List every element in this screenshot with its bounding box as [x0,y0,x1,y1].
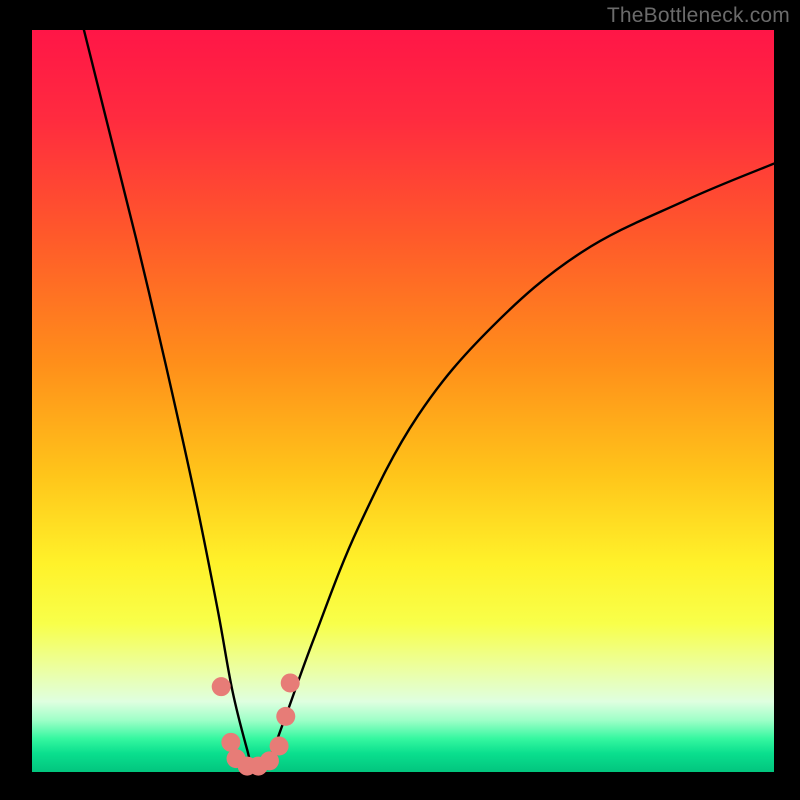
plot-area [32,30,774,772]
chart-frame: TheBottleneck.com [0,0,800,800]
valley-marker [276,707,295,726]
valley-marker [212,677,231,696]
valley-marker [221,733,240,752]
bottleneck-chart [0,0,800,800]
watermark-text: TheBottleneck.com [607,4,790,28]
valley-marker [270,737,289,756]
valley-marker [281,673,300,692]
